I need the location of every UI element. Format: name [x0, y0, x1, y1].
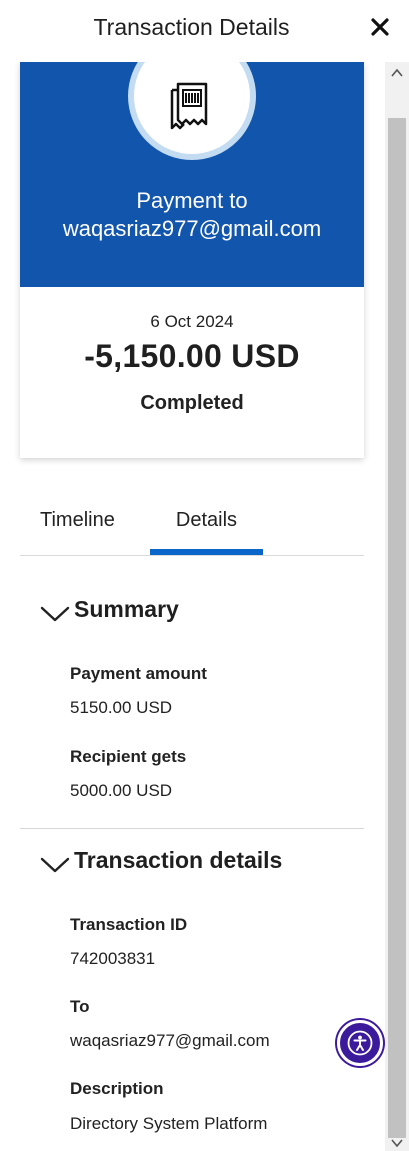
to-label: To	[70, 997, 90, 1016]
chevron-down-icon	[40, 606, 70, 622]
scroll-down-arrow-icon[interactable]	[391, 1138, 403, 1148]
transaction-details-section-header[interactable]: Transaction details	[38, 847, 358, 881]
payment-amount-label: Payment amount	[70, 664, 207, 683]
detail-tabs: Timeline Details	[20, 507, 364, 556]
payment-to-label: Payment to	[136, 188, 248, 213]
to-value: waqasriaz977@gmail.com	[70, 1031, 270, 1050]
tab-timeline[interactable]: Timeline	[40, 507, 128, 556]
description-value: Directory System Platform	[70, 1114, 268, 1133]
receipt-icon	[170, 82, 208, 130]
transaction-details-title: Transaction details	[74, 847, 283, 873]
accessibility-icon	[347, 1030, 373, 1056]
transaction-id-label: Transaction ID	[70, 915, 188, 934]
close-button[interactable]	[367, 14, 395, 42]
payment-amount-value: 5150.00 USD	[70, 698, 173, 717]
close-icon	[371, 18, 389, 36]
recipient-email: waqasriaz977@gmail.com	[62, 216, 322, 241]
transaction-amount: -5,150.00 USD	[84, 338, 300, 374]
receipt-icon-circle	[128, 62, 256, 160]
vertical-scrollbar[interactable]	[385, 62, 409, 1151]
panel-header: Transaction Details	[0, 0, 389, 62]
scrollbar-thumb[interactable]	[388, 118, 406, 1138]
details-scroll-area[interactable]: Payment to waqasriaz977@gmail.com 6 Oct …	[0, 62, 385, 1151]
recipient-gets-label: Recipient gets	[70, 747, 187, 766]
card-banner: Payment to waqasriaz977@gmail.com	[20, 62, 364, 287]
summary-title: Summary	[74, 596, 179, 622]
summary-section-header[interactable]: Summary	[38, 596, 358, 630]
recipient-gets-value: 5000.00 USD	[70, 781, 173, 800]
chevron-down-icon	[40, 857, 70, 873]
scroll-up-arrow-icon[interactable]	[391, 68, 403, 78]
transaction-id-value: 742003831	[70, 949, 156, 968]
description-label: Description	[70, 1079, 164, 1098]
active-tab-indicator	[150, 549, 263, 555]
page-title: Transaction Details	[93, 14, 290, 40]
accessibility-button[interactable]	[337, 1020, 383, 1066]
transaction-status: Completed	[140, 392, 244, 414]
transaction-date: 6 Oct 2024	[150, 312, 234, 331]
section-divider	[20, 828, 364, 829]
transaction-summary-card: Payment to waqasriaz977@gmail.com 6 Oct …	[20, 62, 364, 458]
